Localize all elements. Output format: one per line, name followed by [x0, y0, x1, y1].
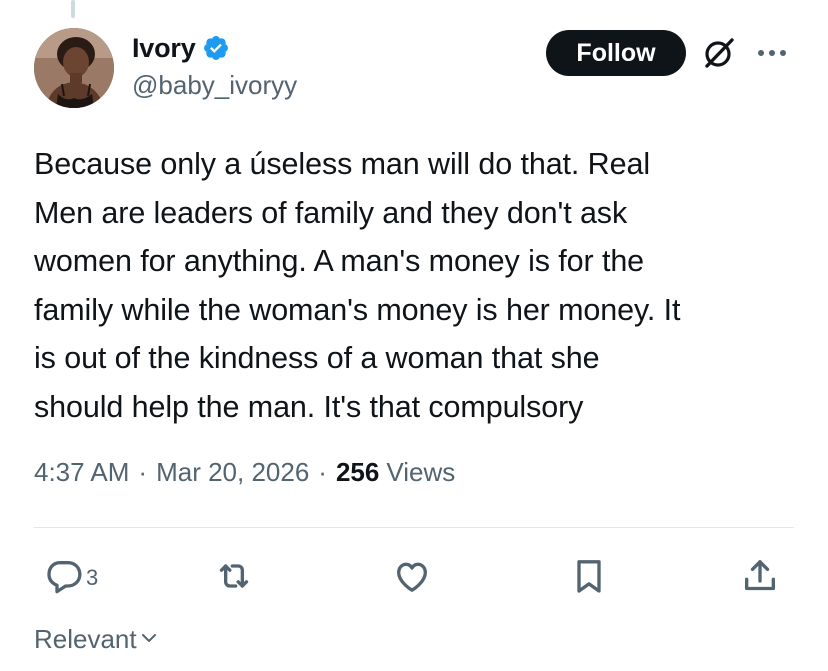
tweet-date[interactable]: Mar 20, 2026 [156, 457, 309, 488]
reply-button[interactable]: 3 [44, 556, 98, 600]
bookmark-icon [569, 556, 609, 601]
share-button[interactable] [740, 556, 780, 600]
avatar[interactable] [34, 28, 114, 108]
repost-icon [214, 556, 254, 601]
user-handle[interactable]: @baby_ivoryy [132, 70, 297, 101]
heart-icon [392, 556, 432, 601]
repost-button[interactable] [214, 556, 254, 600]
tweet-line: family while the woman's money is her mo… [34, 292, 681, 327]
verified-badge-icon[interactable] [202, 34, 230, 62]
reply-icon [44, 556, 84, 601]
tweet-line: is out of the kindness of a woman that s… [34, 341, 600, 376]
tweet-header: Ivory @baby_ivoryy Follow [34, 28, 794, 108]
bookmark-button[interactable] [569, 556, 609, 600]
tweet-line: women for anything. A man's money is for… [34, 244, 645, 279]
grok-icon[interactable] [702, 36, 736, 70]
author-names: Ivory @baby_ivoryy [132, 32, 297, 101]
tweet-line: Because only a úseless man will do that.… [34, 147, 650, 181]
tweet-time[interactable]: 4:37 AM [34, 457, 129, 488]
like-button[interactable] [392, 556, 432, 600]
tweet-line: Men are leaders of family and they don't… [34, 195, 628, 230]
follow-button[interactable]: Follow [546, 30, 686, 76]
action-bar: 3 [34, 556, 794, 600]
meta-separator: · [138, 457, 148, 487]
reply-count: 3 [86, 565, 99, 590]
meta-separator: · [318, 457, 327, 487]
share-icon [740, 556, 780, 601]
chevron-down-icon [137, 624, 159, 655]
views-count: 256 [335, 457, 380, 487]
thread-connector-line [71, 0, 75, 18]
more-icon[interactable] [752, 38, 792, 68]
tweet-text: Because only a úseless man will do that.… [34, 140, 794, 432]
views-label: Views [386, 457, 456, 487]
tweet-line: should help the man. It's that compulsor… [34, 389, 584, 424]
display-name[interactable]: Ivory [132, 33, 196, 64]
divider [34, 527, 794, 528]
sort-label: Relevant [34, 624, 137, 654]
sort-replies-dropdown[interactable]: Relevant [34, 624, 159, 655]
tweet-meta: 4:37 AM · Mar 20, 2026 · 256 Views [34, 457, 455, 488]
